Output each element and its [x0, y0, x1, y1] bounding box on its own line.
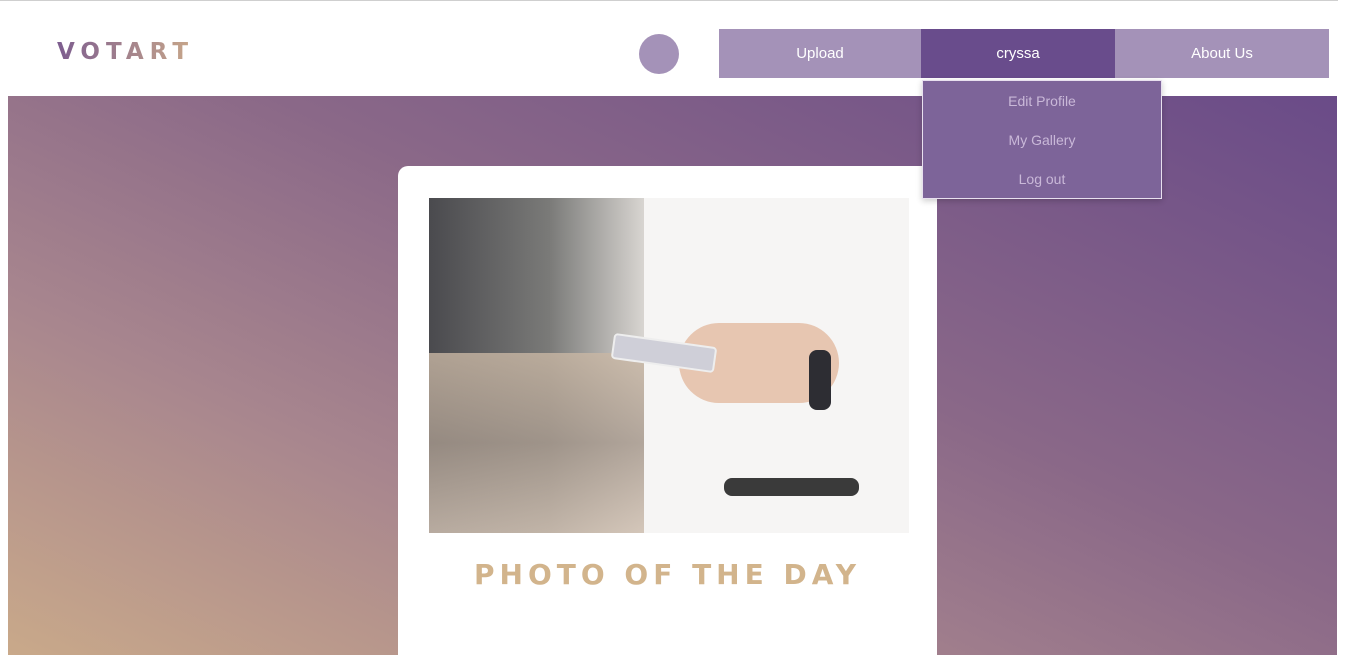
- nav-upload-button[interactable]: Upload: [719, 29, 921, 78]
- photo-belt: [724, 478, 859, 496]
- nav-user-menu-button[interactable]: cryssa: [921, 29, 1115, 78]
- top-divider: [0, 0, 1338, 1]
- featured-photo[interactable]: [429, 198, 909, 533]
- photo-table-surface: [429, 353, 679, 533]
- site-logo[interactable]: VOTART: [57, 39, 194, 65]
- avatar[interactable]: [639, 34, 679, 74]
- menu-item-my-gallery[interactable]: My Gallery: [923, 120, 1161, 159]
- user-dropdown-menu: Edit Profile My Gallery Log out: [922, 80, 1162, 199]
- menu-item-log-out[interactable]: Log out: [923, 159, 1161, 198]
- photo-wristband: [809, 350, 831, 410]
- main-nav: Upload cryssa About Us: [719, 29, 1329, 78]
- card-title: PHOTO OF THE DAY: [473, 558, 861, 591]
- nav-about-us-button[interactable]: About Us: [1115, 29, 1329, 78]
- menu-item-edit-profile[interactable]: Edit Profile: [923, 81, 1161, 120]
- photo-of-the-day-card: PHOTO OF THE DAY: [398, 166, 937, 655]
